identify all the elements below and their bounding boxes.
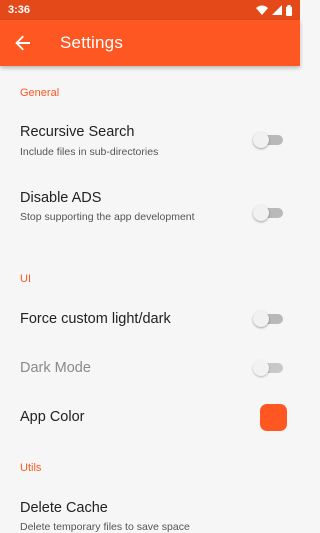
app-color-swatch[interactable] [260, 404, 287, 431]
page-title: Settings [60, 33, 124, 52]
force-custom-theme-toggle[interactable] [253, 311, 283, 327]
pref-app-color-title: App Color [20, 409, 85, 425]
toggle-thumb [253, 311, 269, 327]
toggle-thumb [253, 132, 269, 148]
toggle-thumb [253, 360, 269, 376]
status-bar: 3:36 [0, 0, 300, 20]
disable-ads-toggle[interactable] [253, 205, 283, 221]
section-header-general: General [20, 87, 60, 99]
status-icons [256, 4, 292, 16]
pref-dark-mode-title: Dark Mode [20, 360, 91, 376]
status-time: 3:36 [8, 4, 31, 16]
pref-delete-cache-title: Delete Cache [20, 500, 108, 516]
pref-disable-ads-summary: Stop supporting the app development [20, 211, 195, 223]
dark-mode-toggle [253, 360, 283, 376]
app-bar: Settings [0, 20, 300, 66]
signal-icon [272, 5, 282, 15]
pref-recursive-search-summary: Include files in sub-directories [20, 146, 159, 158]
back-button[interactable] [0, 20, 46, 66]
toggle-thumb [253, 205, 269, 221]
battery-icon [286, 4, 292, 16]
recursive-search-toggle[interactable] [253, 132, 283, 148]
pref-delete-cache-summary: Delete temporary files to save space [20, 521, 190, 533]
pref-recursive-search-title: Recursive Search [20, 124, 135, 140]
wifi-icon [256, 5, 268, 15]
section-header-ui: UI [20, 273, 31, 285]
section-header-utils: Utils [20, 462, 42, 474]
pref-disable-ads-title: Disable ADS [20, 190, 102, 206]
arrow-back-icon [15, 35, 30, 51]
pref-force-custom-theme-title: Force custom light/dark [20, 311, 171, 327]
